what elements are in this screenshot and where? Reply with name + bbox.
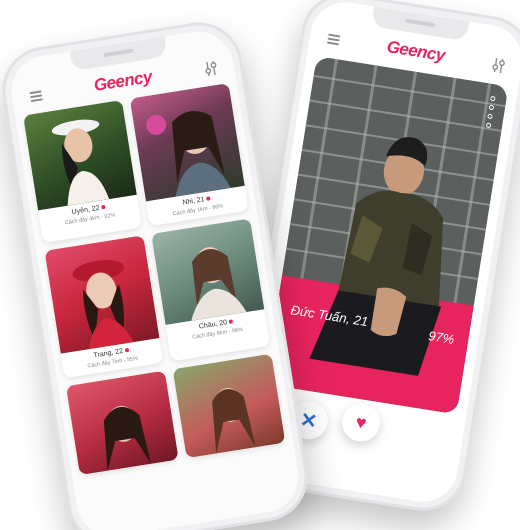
profile-card[interactable]: Trang, 22 Cách đây 7km - 95% (44, 235, 164, 379)
online-dot (206, 196, 211, 202)
speaker (103, 48, 134, 58)
like-button[interactable]: ♥ (339, 400, 383, 445)
filter-icon[interactable] (490, 57, 506, 75)
online-dot (101, 204, 106, 210)
browse-screen: Geency Uyên, 22 Cách đây 4km - 92% Nhi, … (6, 26, 304, 530)
profile-card[interactable]: Nhi, 21 Cách đây 1km - 96% (129, 83, 249, 227)
profile-photo (44, 235, 160, 354)
close-icon: ✕ (298, 408, 319, 433)
speaker (405, 18, 436, 28)
browse-phone: Geency Uyên, 22 Cách đây 4km - 92% Nhi, … (0, 16, 314, 530)
profile-photo-card[interactable]: Đức Tuấn, 21 97% (264, 56, 509, 415)
profile-photo (129, 83, 245, 202)
online-dot (228, 319, 234, 325)
person-photo (309, 137, 444, 376)
profile-grid: Uyên, 22 Cách đây 4km - 92% Nhi, 21 Cách… (23, 83, 286, 476)
heart-icon: ♥ (354, 411, 368, 433)
online-dot (124, 348, 130, 353)
profile-card[interactable]: Châu, 20 Cách đây 8km - 98% (151, 218, 271, 362)
profile-card[interactable] (65, 370, 179, 476)
profile-card[interactable] (172, 353, 286, 459)
profile-photo (172, 353, 286, 459)
profile-photo (151, 218, 265, 325)
profile-card[interactable]: Uyên, 22 Cách đây 4km - 92% (23, 99, 142, 243)
profile-photo (65, 370, 179, 476)
profile-photo (23, 99, 137, 211)
filter-icon[interactable] (203, 60, 219, 78)
